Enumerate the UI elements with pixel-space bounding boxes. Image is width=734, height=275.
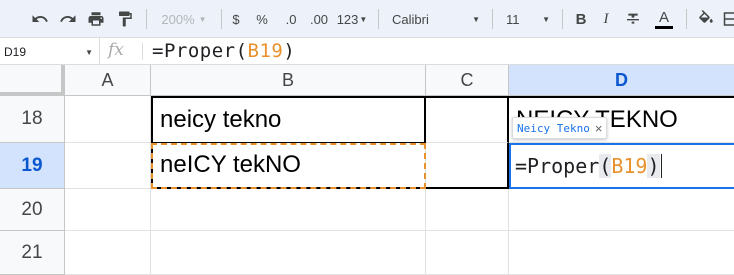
row-header-21[interactable]: 21 <box>0 231 65 275</box>
cell-b20[interactable] <box>151 189 426 231</box>
toolbar-divider <box>686 9 687 29</box>
chevron-down-icon[interactable]: ▼ <box>85 48 93 57</box>
percent-label: % <box>256 11 268 27</box>
cell-d21[interactable] <box>509 231 734 275</box>
bold-button[interactable]: B <box>572 7 590 31</box>
toolbar-divider <box>146 9 147 29</box>
column-header-a[interactable]: A <box>65 65 151 96</box>
percent-format-button[interactable]: % <box>254 7 270 31</box>
decrease-decimal-button[interactable]: .0 <box>280 7 302 31</box>
row-header-18[interactable]: 18 <box>0 96 65 143</box>
zoom-value: 200% <box>161 11 195 27</box>
toolbar-divider <box>492 9 493 29</box>
more-formats-button[interactable]: 123 ▼ <box>335 7 369 31</box>
italic-button[interactable]: I <box>598 7 614 31</box>
toolbar: 200% ▼ $ % .0 .00 123 ▼ Calibri ▼ 11 ▼ B I A <box>0 0 734 38</box>
cell-d19-editor[interactable]: =Proper(B19) <box>509 143 734 189</box>
column-header-c[interactable]: C <box>426 65 509 96</box>
text-cursor <box>660 154 662 178</box>
text-color-label: A <box>658 8 669 26</box>
font-size-value: 11 <box>506 11 520 27</box>
name-box[interactable]: D19 ▼ <box>0 38 100 65</box>
fx-icon: fx <box>108 40 124 60</box>
chevron-down-icon: ▼ <box>359 14 368 24</box>
chevron-down-icon: ▼ <box>472 14 480 24</box>
cell-b21[interactable] <box>151 231 426 275</box>
italic-label: I <box>603 10 609 27</box>
fill-color-icon[interactable] <box>695 7 717 31</box>
formula-text: =Proper( <box>152 40 248 62</box>
cell-c20[interactable] <box>426 189 509 231</box>
redo-icon[interactable] <box>56 7 80 31</box>
cell-c19[interactable] <box>426 143 509 189</box>
editor-open-paren: ( <box>599 154 612 178</box>
decrease-decimal-label: .0 <box>285 11 297 27</box>
strikethrough-icon[interactable] <box>624 7 642 31</box>
toolbar-divider <box>378 9 379 29</box>
more-formats-label: 123 <box>336 11 359 27</box>
currency-format-button[interactable]: $ <box>228 7 244 31</box>
formula-input[interactable]: =Proper(B19) <box>152 40 295 62</box>
formula-bar: D19 ▼ fx =Proper(B19) <box>0 38 734 65</box>
close-icon[interactable]: × <box>595 121 603 136</box>
cell-c18[interactable] <box>426 96 509 143</box>
cell-d20[interactable] <box>509 189 734 231</box>
select-all-corner[interactable] <box>0 65 65 96</box>
bold-label: B <box>575 10 587 28</box>
text-color-button[interactable]: A <box>652 7 676 31</box>
column-header-d[interactable]: D <box>509 65 734 96</box>
toolbar-divider <box>221 9 222 29</box>
name-box-value: D19 <box>4 44 27 59</box>
chevron-down-icon: ▼ <box>542 14 550 24</box>
formula-cell-reference: B19 <box>247 40 284 62</box>
font-select[interactable]: Calibri ▼ <box>386 7 486 31</box>
print-icon[interactable] <box>84 7 108 31</box>
row-header-19[interactable]: 19 <box>0 143 65 189</box>
font-name: Calibri <box>392 11 429 27</box>
editor-cell-reference: B19 <box>611 154 648 178</box>
column-header-b[interactable]: B <box>151 65 426 96</box>
paint-format-icon[interactable] <box>113 7 137 31</box>
increase-decimal-button[interactable]: .00 <box>306 7 332 31</box>
formula-text-end: ) <box>283 40 296 62</box>
formula-bar-divider <box>142 43 143 60</box>
cell-a18[interactable] <box>65 96 151 143</box>
cell-a19[interactable] <box>65 143 151 189</box>
cell-b18[interactable]: neicy tekno <box>151 96 426 143</box>
font-size-select[interactable]: 11 ▼ <box>500 7 556 31</box>
formula-preview-value: Neicy Tekno <box>517 121 590 135</box>
chevron-down-icon: ▼ <box>198 14 207 24</box>
toolbar-divider <box>562 9 563 29</box>
cell-a20[interactable] <box>65 189 151 231</box>
editor-close-paren: ) <box>647 154 660 178</box>
formula-preview-tooltip: Neicy Tekno × <box>512 117 608 139</box>
undo-icon[interactable] <box>28 7 52 31</box>
borders-icon[interactable] <box>722 7 734 31</box>
text-color-swatch <box>655 25 673 29</box>
increase-decimal-label: .00 <box>309 11 329 27</box>
cell-c21[interactable] <box>426 231 509 275</box>
zoom-select[interactable]: 200% ▼ <box>155 7 213 31</box>
cell-a21[interactable] <box>65 231 151 275</box>
editor-function-text: =Proper <box>515 154 600 178</box>
currency-label: $ <box>232 11 240 27</box>
cell-b19[interactable]: neICY tekNO <box>151 143 426 189</box>
row-header-20[interactable]: 20 <box>0 189 65 231</box>
